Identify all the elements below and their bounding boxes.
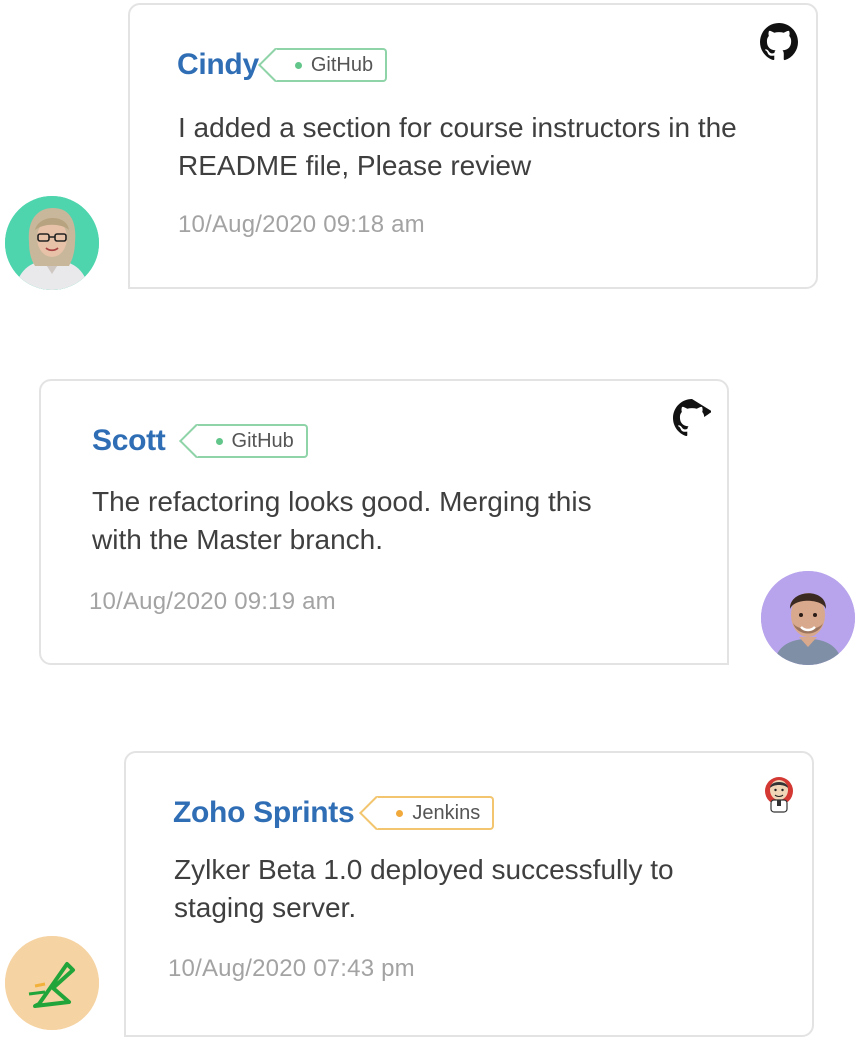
source-tag: GitHub xyxy=(274,48,388,82)
cindy-avatar[interactable] xyxy=(5,196,99,290)
github-icon xyxy=(760,23,798,61)
tag-label: Jenkins xyxy=(412,801,481,824)
message-card: Zoho Sprints Jenkins Zylker Beta 1.0 dep… xyxy=(124,751,814,1037)
author-name[interactable]: Cindy xyxy=(177,45,259,85)
github-icon xyxy=(673,399,711,437)
tag-label: GitHub xyxy=(231,429,294,452)
jenkins-icon xyxy=(765,777,793,813)
source-tag: Jenkins xyxy=(376,796,495,830)
message-timestamp: 10/Aug/2020 09:18 am xyxy=(178,211,425,238)
tag-dot xyxy=(294,61,302,69)
tag-dot xyxy=(396,809,404,817)
zoho-sprints-logo[interactable] xyxy=(5,936,99,1030)
message-timestamp: 10/Aug/2020 07:43 pm xyxy=(168,955,415,982)
message-card: Scott GitHub The refactoring looks good.… xyxy=(39,379,729,665)
sprints-logo-icon xyxy=(5,936,99,1030)
message-header: Cindy GitHub xyxy=(177,45,388,85)
tag-dot xyxy=(215,437,223,445)
message-card: Cindy GitHub I added a section for cours… xyxy=(128,3,818,289)
person-avatar-icon xyxy=(761,571,855,665)
message-header: Zoho Sprints Jenkins xyxy=(173,793,495,833)
message-text: The refactoring looks good. Merging this… xyxy=(92,486,592,555)
message-text: Zylker Beta 1.0 deployed successfully to… xyxy=(174,854,674,923)
message-timestamp: 10/Aug/2020 09:19 am xyxy=(89,588,336,615)
scott-avatar[interactable] xyxy=(761,571,855,665)
source-tag: GitHub xyxy=(195,424,308,458)
author-name[interactable]: Zoho Sprints xyxy=(173,793,355,833)
message-header: Scott GitHub xyxy=(92,421,308,461)
author-name[interactable]: Scott xyxy=(92,421,166,461)
tag-label: GitHub xyxy=(310,53,374,76)
message-text: I added a section for course instructors… xyxy=(178,112,737,181)
person-avatar-icon xyxy=(5,196,99,290)
